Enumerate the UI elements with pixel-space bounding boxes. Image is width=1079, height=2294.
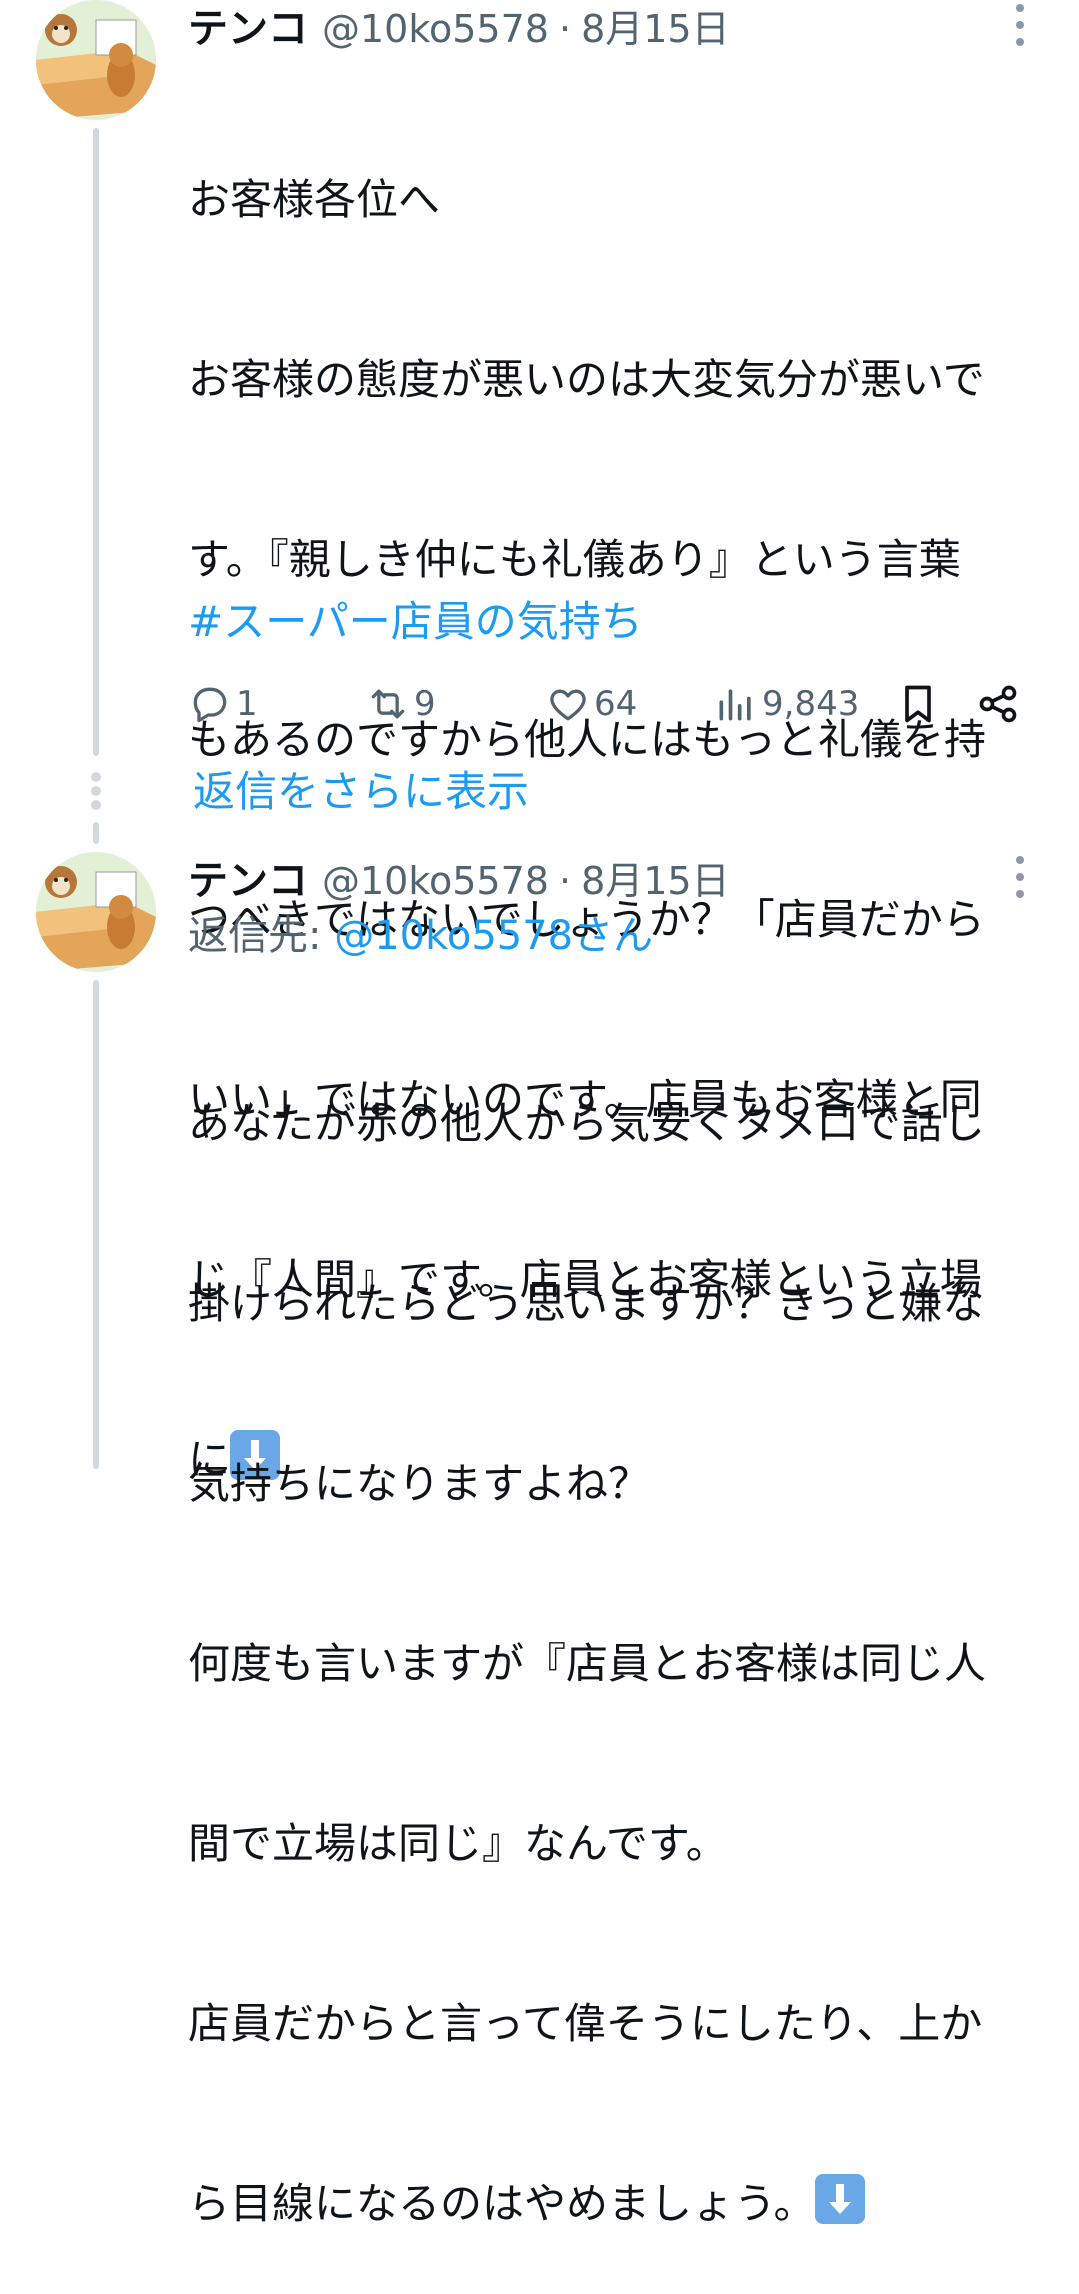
more-options-icon[interactable] [1006,0,1034,50]
thread-line [93,822,99,844]
tweet-date[interactable]: 8月15日 [581,850,730,905]
tweet-text: あなたが赤の他人から気安くタメ口で話し 掛けられたらどう思いますか？きっと嫌な … [188,974,1058,2294]
avatar[interactable] [36,0,156,120]
retweet-icon [371,689,405,719]
separator: · [558,7,572,51]
show-more-replies-link[interactable]: 返信をさらに表示 [193,762,529,822]
text-line: お客様各位へ [188,175,441,224]
replying-to-handle[interactable]: @10ko5578さん [334,913,653,959]
bookmark-icon [905,685,931,723]
text-line: お客様の態度が悪いのは大変気分が悪いで [188,355,985,404]
views-button[interactable]: 9,843 [714,676,859,732]
retweet-button[interactable]: 9 [366,676,436,732]
text-line: 気持ちになりますよね？ [188,1459,651,1508]
text-line: 掛けられたらどう思いますか？きっと嫌な [188,1279,985,1328]
user-handle[interactable]: @10ko5578 [322,859,549,903]
thread-line [93,980,99,1469]
display-name[interactable]: テンコ [188,0,308,54]
text-line: 間で立場は同じ』なんです。 [188,1819,728,1868]
text-line: 店員だからと言って偉そうにしたり、上か [188,1999,983,2048]
avatar[interactable] [36,852,156,972]
text-line: ら目線になるのはやめましょう。 [188,2179,816,2228]
tweet-actions: 1 9 64 9,843 [188,676,1048,732]
replying-to: 返信先: @10ko5578さん [188,908,653,964]
share-button[interactable] [976,676,1024,732]
retweet-count: 9 [414,684,436,724]
share-icon [979,685,1017,723]
down-arrow-emoji-icon [815,2174,866,2224]
hashtag-link[interactable]: #スーパー店員の気持ち [188,592,643,652]
reply-count: 1 [236,684,258,724]
views-count: 9,843 [762,684,860,724]
views-chart-icon [719,689,751,721]
text-line: す。『親しき仲にも礼儀あり』という言葉 [188,535,961,584]
heart-icon [550,689,586,721]
reply-icon [193,687,227,723]
reply-button[interactable]: 1 [188,676,258,732]
tweet-header: テンコ @10ko5578 · 8月15日 [188,848,730,904]
separator: · [558,859,572,903]
text-line: あなたが赤の他人から気安くタメ口で話し [188,1099,985,1148]
more-options-icon[interactable] [1006,852,1034,902]
like-button[interactable]: 64 [546,676,637,732]
display-name[interactable]: テンコ [188,848,308,906]
text-line: 何度も言いますが『店員とお客様は同じ人 [188,1639,987,1688]
user-handle[interactable]: @10ko5578 [322,7,549,51]
tweet-date[interactable]: 8月15日 [581,0,730,53]
thread-line [93,128,99,756]
like-count: 64 [594,684,638,724]
tweet-header: テンコ @10ko5578 · 8月15日 [188,0,730,52]
thread-gap-dots [90,772,102,814]
bookmark-button[interactable] [896,676,944,732]
replying-to-label: 返信先: [188,913,335,959]
